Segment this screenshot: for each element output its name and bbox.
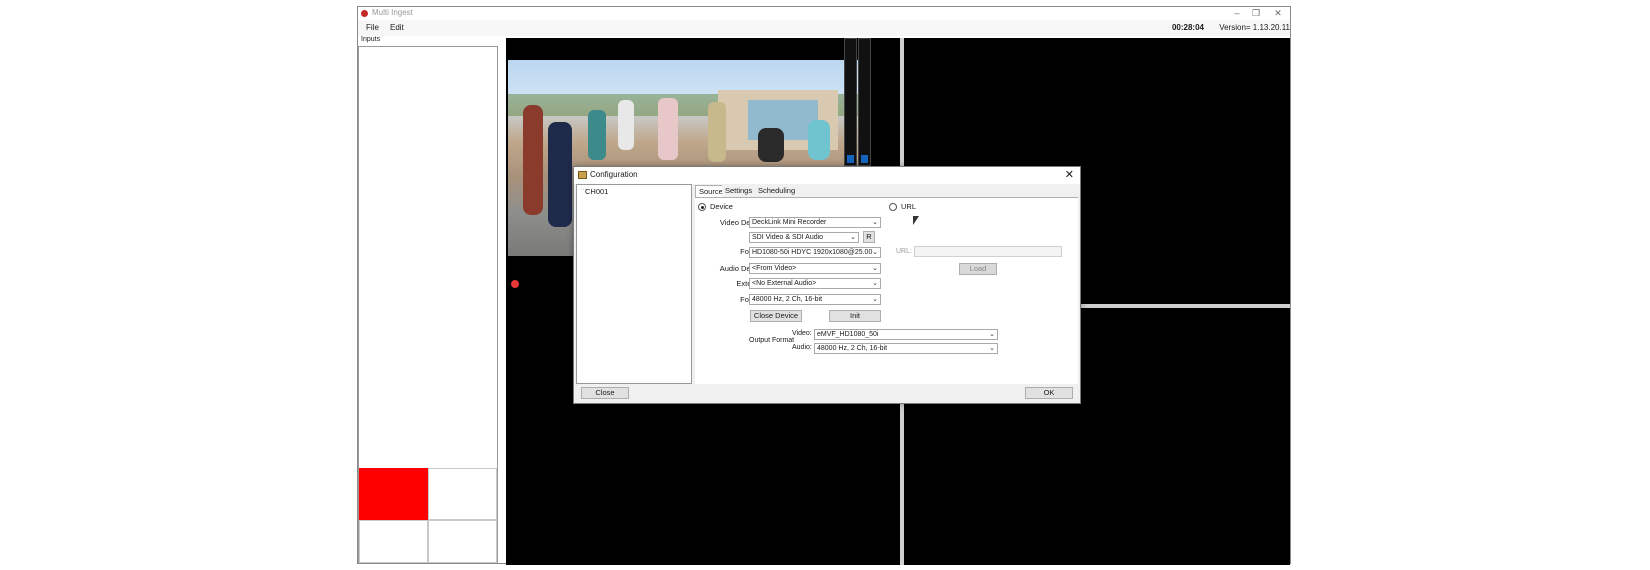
tab-scheduling[interactable]: Scheduling <box>755 185 799 197</box>
audio-device-value: <From Video> <box>752 265 797 272</box>
chevron-down-icon: ⌄ <box>850 234 856 241</box>
app-title: Multi Ingest <box>372 8 413 17</box>
chevron-down-icon: ⌄ <box>989 331 995 338</box>
tree-node-ch001[interactable]: CH001 <box>585 187 608 196</box>
close-device-button[interactable]: Close Device <box>750 310 802 322</box>
person-1 <box>523 105 543 215</box>
audio-meter-right <box>858 38 871 166</box>
dialog-close-icon[interactable]: ✕ <box>1065 168 1074 181</box>
audio-device-select[interactable]: <From Video> ⌄ <box>749 263 881 274</box>
person-3 <box>588 110 606 160</box>
url-radio[interactable] <box>889 203 897 211</box>
chevron-down-icon: ⌄ <box>872 296 878 303</box>
menu-edit[interactable]: Edit <box>390 23 404 32</box>
video-device-select[interactable]: DeckLink Mini Recorder ⌄ <box>749 217 881 228</box>
restore-icon[interactable]: ❐ <box>1247 7 1265 20</box>
device-radio-label: Device <box>710 202 733 211</box>
load-button[interactable]: Load <box>959 263 997 275</box>
output-audio-value: 48000 Hz, 2 Ch, 16-bit <box>817 345 888 352</box>
version-label: Version= 1.13.20.11 <box>1219 23 1290 32</box>
tab-settings[interactable]: Settings <box>722 185 756 197</box>
output-video-value: eMVF_HD1080_50i <box>817 331 879 338</box>
config-icon <box>578 171 587 179</box>
format-select[interactable]: HD1080-50i HDYC 1920x1080@25.00 ⌄ <box>749 247 881 258</box>
input-cell-4[interactable] <box>428 520 497 563</box>
output-audio-label: Audio: <box>792 344 812 351</box>
audio-meter-left <box>844 38 857 166</box>
person-5 <box>658 98 678 160</box>
audio-format-select[interactable]: 48000 Hz, 2 Ch, 16-bit ⌄ <box>749 294 881 305</box>
input-cell-3[interactable] <box>359 520 428 563</box>
mouse-cursor-icon <box>913 216 919 225</box>
chevron-down-icon: ⌄ <box>872 219 878 226</box>
input-cell-1[interactable] <box>359 468 428 520</box>
inputs-panel[interactable] <box>358 46 498 563</box>
init-button[interactable]: Init <box>829 310 881 322</box>
dialog-title-bar: Configuration ✕ <box>574 167 1080 184</box>
person-2 <box>548 122 572 227</box>
person-4 <box>618 100 634 150</box>
menu-bar: File Edit 00:28:04 Version= 1.13.20.11 <box>358 20 1290 36</box>
device-radio[interactable] <box>698 203 706 211</box>
dialog-title: Configuration <box>590 170 638 179</box>
output-video-label: Video: <box>792 330 812 337</box>
input-cell-2[interactable] <box>428 468 497 520</box>
output-video-select[interactable]: eMVF_HD1080_50i ⌄ <box>814 329 998 340</box>
line-select[interactable]: SDI Video & SDI Audio ⌄ <box>749 232 859 243</box>
clock-readout: 00:28:04 <box>1171 23 1204 32</box>
configuration-dialog: Configuration ✕ ··· CH001 Source Setting… <box>573 166 1081 404</box>
dialog-footer: Close OK <box>574 385 1080 403</box>
meter-level <box>861 155 868 163</box>
app-icon <box>361 10 368 17</box>
url-field-label: URL: <box>896 248 912 255</box>
record-indicator-icon[interactable] <box>511 280 519 288</box>
close-button[interactable]: Close <box>581 387 629 399</box>
line-r-button[interactable]: R <box>863 231 875 243</box>
video-device-value: DeckLink Mini Recorder <box>752 219 827 226</box>
url-radio-label: URL <box>901 202 917 211</box>
inputs-label: Inputs <box>361 36 381 43</box>
meter-level <box>847 155 854 163</box>
external-value: <No External Audio> <box>752 280 817 287</box>
close-window-icon[interactable]: ✕ <box>1269 7 1287 20</box>
line-value: SDI Video & SDI Audio <box>752 234 824 241</box>
chevron-down-icon: ⌄ <box>872 280 878 287</box>
format-value: HD1080-50i HDYC 1920x1080@25.00 <box>752 249 873 256</box>
audio-format-value: 48000 Hz, 2 Ch, 16-bit <box>752 296 823 303</box>
title-bar: Multi Ingest – ❐ ✕ <box>358 7 1290 20</box>
ok-button[interactable]: OK <box>1025 387 1073 399</box>
person-7 <box>758 128 784 162</box>
url-input[interactable] <box>914 246 1062 257</box>
person-8 <box>808 120 830 160</box>
minimize-icon[interactable]: – <box>1228 7 1246 20</box>
external-select[interactable]: <No External Audio> ⌄ <box>749 278 881 289</box>
chevron-down-icon: ⌄ <box>872 265 878 272</box>
chevron-down-icon: ⌄ <box>989 345 995 352</box>
person-6 <box>708 102 726 162</box>
output-audio-select[interactable]: 48000 Hz, 2 Ch, 16-bit ⌄ <box>814 343 998 354</box>
channel-tree[interactable]: ··· CH001 <box>576 184 692 384</box>
chevron-down-icon: ⌄ <box>872 249 878 256</box>
output-format-label: Output Format <box>749 337 795 344</box>
menu-file[interactable]: File <box>366 23 379 32</box>
